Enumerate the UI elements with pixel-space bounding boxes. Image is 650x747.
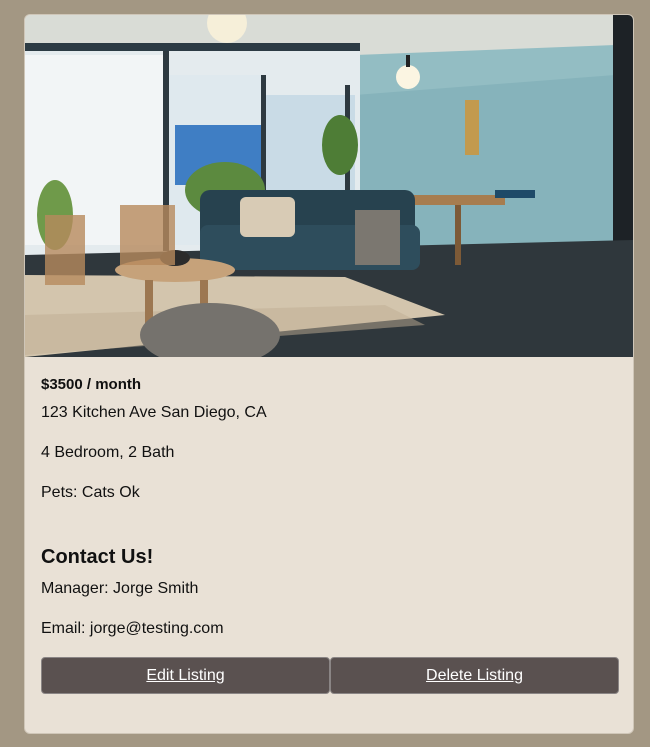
listing-address: 123 Kitchen Ave San Diego, CA [41, 404, 267, 421]
listing-photo [25, 15, 633, 357]
listing-info: $3500 / month 123 Kitchen Ave San Diego,… [41, 375, 621, 637]
contact-email: Email: jorge@testing.com [41, 620, 224, 637]
listing-actions: Edit Listing Delete Listing [41, 657, 619, 694]
contact-manager: Manager: Jorge Smith [41, 580, 199, 597]
delete-listing-button[interactable]: Delete Listing [330, 657, 619, 694]
listing-pets: Pets: Cats Ok [41, 484, 140, 501]
listing-rooms: 4 Bedroom, 2 Bath [41, 444, 175, 461]
edit-listing-button[interactable]: Edit Listing [41, 657, 330, 694]
listing-card: $3500 / month 123 Kitchen Ave San Diego,… [24, 14, 634, 734]
listing-price: $3500 / month [41, 376, 142, 393]
contact-heading: Contact Us! [41, 546, 154, 568]
